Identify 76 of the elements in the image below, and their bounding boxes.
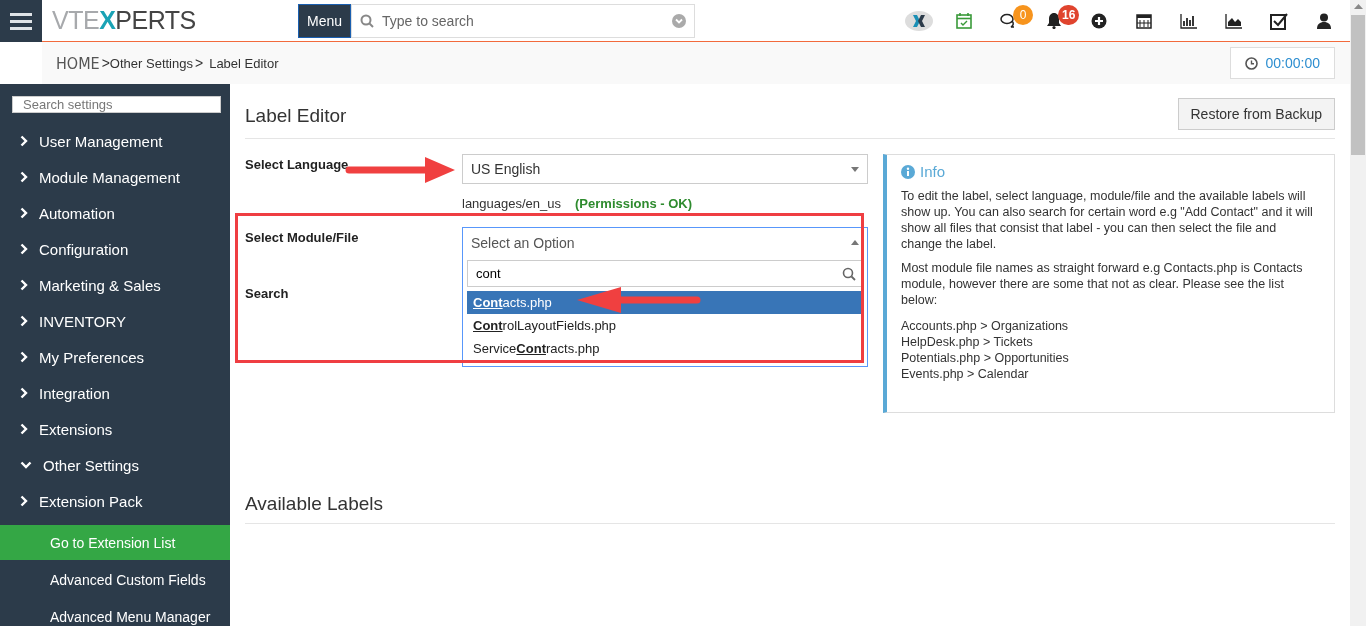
sidebar-subitem[interactable]: Advanced Custom Fields: [0, 562, 230, 597]
sidebar-item[interactable]: Extensions: [0, 411, 230, 447]
chevron-right-icon: [20, 315, 28, 327]
breadcrumb-current: Label Editor: [209, 55, 279, 71]
dropdown-option[interactable]: ControlLayoutFields.php: [467, 314, 863, 337]
field-label: Select Module/File: [245, 230, 359, 245]
sidebar-item[interactable]: My Preferences: [0, 339, 230, 375]
checkbox-icon[interactable]: [1269, 11, 1288, 30]
search-field[interactable]: Type to search: [351, 3, 696, 38]
search-icon: [360, 13, 375, 28]
sidebar-item[interactable]: INVENTORY: [0, 303, 230, 339]
caret-icon: [851, 166, 859, 172]
file-path: languages/en_us: [462, 196, 562, 211]
chevron-down-icon: [20, 461, 32, 469]
breadcrumb-link[interactable]: Other Settings: [109, 55, 193, 71]
search-field[interactable]: Search settings: [12, 96, 221, 113]
language-select[interactable]: US English: [462, 154, 868, 184]
breadcrumb-link[interactable]: HOME: [56, 53, 100, 73]
field-label: Search: [245, 286, 289, 301]
filter-field[interactable]: cont: [467, 260, 863, 287]
chevron-right-icon: [20, 351, 28, 363]
breadcrumb-separator: >: [194, 55, 204, 71]
chevron-right-icon: [20, 279, 28, 291]
timer-button[interactable]: 00:00:00: [1229, 47, 1335, 79]
info-text: To edit the label, select language, module/file and the available labels will show up. You can also search for certain word e.g "Add Contact" and it will show all files that consist that label - you can then select the file and change the label.: [901, 188, 1314, 252]
info-icon: [901, 164, 915, 179]
chevron-right-icon: [20, 423, 28, 435]
scrollbar-thumb[interactable]: [1351, 15, 1365, 155]
section-title: Available Labels: [245, 493, 1335, 524]
menu-icon: [10, 11, 32, 30]
bell-icon[interactable]: [1045, 12, 1062, 29]
sidebar-subitem[interactable]: Advanced Menu Manager: [0, 599, 230, 626]
dropdown-icon: [672, 13, 687, 28]
scroll-up-icon: [1353, 4, 1363, 9]
search-icon: [842, 266, 856, 281]
chevron-right-icon: [20, 495, 28, 507]
bar-chart-icon[interactable]: [1179, 12, 1198, 29]
chevron-right-icon: [20, 243, 28, 255]
info-title: Info: [920, 163, 946, 180]
calendar-check-icon[interactable]: [955, 12, 972, 29]
sidebar-item[interactable]: Integration: [0, 375, 230, 411]
plus-circle-icon[interactable]: [1090, 12, 1107, 29]
sidebar-item[interactable]: Module Management: [0, 159, 230, 195]
sidebar-item[interactable]: Marketing & Sales: [0, 267, 230, 303]
sidebar-item[interactable]: Extension Pack: [0, 483, 230, 519]
logo: VTEXPERTS: [52, 6, 197, 35]
mapping-text: Potentials.php > Opportunities: [901, 350, 1070, 366]
sidebar-item[interactable]: Other Settings: [0, 447, 230, 483]
mapping-text: HelpDesk.php > Tickets: [901, 334, 1034, 350]
mapping-text: Events.php > Calendar: [901, 366, 1030, 382]
count-badge: 16: [1058, 4, 1080, 25]
page-title: Label Editor: [245, 105, 347, 127]
caret-icon: [851, 240, 859, 245]
sidebar-item[interactable]: User Management: [0, 123, 230, 159]
menu-button[interactable]: Menu: [298, 3, 352, 38]
scrollbar[interactable]: [1350, 0, 1366, 626]
x-logo-icon[interactable]: [904, 10, 933, 31]
breadcrumb-separator: >: [101, 55, 110, 71]
calendar-icon[interactable]: [1135, 12, 1152, 29]
sidebar-item[interactable]: Configuration: [0, 231, 230, 267]
count-badge: 0: [1013, 4, 1033, 25]
chevron-right-icon: [20, 135, 28, 147]
chevron-right-icon: [20, 171, 28, 183]
permission-status: (Permissions - OK): [575, 196, 693, 211]
mapping-text: Accounts.php > Organizations: [901, 318, 1070, 334]
area-chart-icon[interactable]: [1224, 12, 1243, 29]
chevron-right-icon: [20, 387, 28, 399]
field-label: Select Language: [245, 157, 349, 172]
dropdown-option[interactable]: ServiceContracts.php: [467, 337, 863, 360]
info-text: Most module file names as straight forward e.g Contacts.php is Contacts module, however there are some that not as clear. Please see the list below:: [901, 260, 1304, 308]
sidebar-item[interactable]: Automation: [0, 195, 230, 231]
chevron-right-icon: [20, 207, 28, 219]
menu-button[interactable]: [0, 0, 42, 42]
clock-icon: [1244, 56, 1258, 70]
restore-button[interactable]: Restore from Backup: [1177, 98, 1335, 130]
user-icon[interactable]: [1316, 12, 1331, 29]
